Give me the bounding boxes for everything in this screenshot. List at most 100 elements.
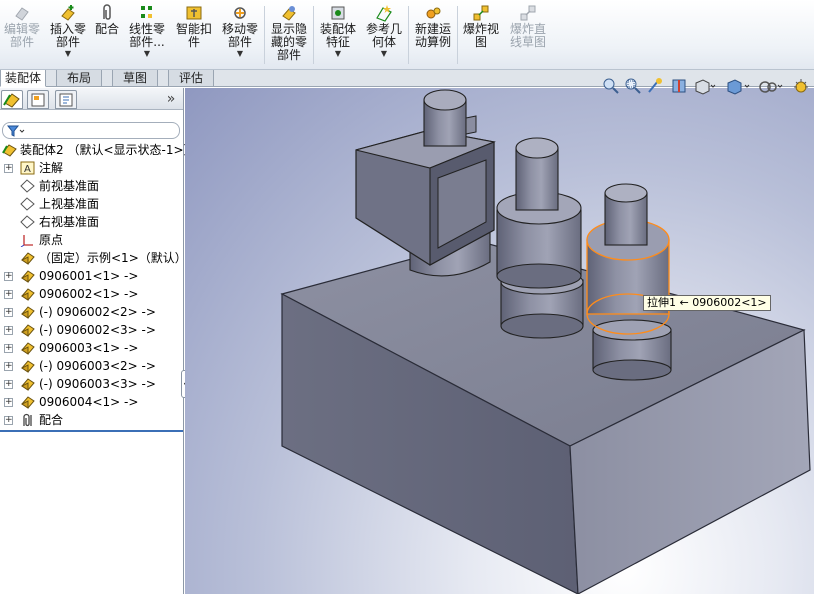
- bracket-part: [355, 89, 496, 277]
- tab-sketch[interactable]: 草图: [112, 70, 158, 87]
- tree-expand-toggle[interactable]: +: [4, 380, 13, 389]
- tree-item[interactable]: +0906004<1> ->: [0, 393, 183, 411]
- tab-layout[interactable]: 布局: [56, 70, 102, 87]
- insert-part-dropdown-icon[interactable]: ▼: [46, 50, 90, 58]
- reference-geometry-button[interactable]: 参考几 何体 ▼: [362, 2, 406, 68]
- linear-pattern-dropdown-icon[interactable]: ▼: [124, 50, 170, 58]
- exploded-view-button[interactable]: 爆炸视 图: [460, 2, 502, 68]
- assembly-features-button[interactable]: 装配体 特征 ▼: [316, 2, 360, 68]
- assembly-icon: [2, 143, 17, 157]
- assembly-features-dropdown-icon[interactable]: ▼: [316, 50, 360, 58]
- feature-tree: 装配体2 （默认<显示状态-1>） + A 注解前视基准面上视基准面 右视基准面 原点 （固…: [0, 141, 196, 429]
- tree-expand-toggle[interactable]: +: [4, 362, 13, 371]
- insert-part-icon: [61, 5, 75, 21]
- new-motion-study-button[interactable]: 新建运 动算例: [411, 2, 455, 68]
- feature-tree-icon: [3, 93, 20, 108]
- section-view-icon[interactable]: [670, 77, 688, 95]
- insert-part-label-2: 部件: [55, 35, 80, 49]
- tree-item[interactable]: 装配体2 （默认<显示状态-1>）: [0, 141, 196, 159]
- previous-view-icon[interactable]: [646, 77, 664, 95]
- configuration-manager-icon: [59, 93, 73, 107]
- configuration-manager-tab[interactable]: [55, 90, 77, 109]
- reference-geometry-label-1: 参考几: [365, 22, 402, 36]
- feature-manager-panel: » 装配体2 （默认<显示状态-1>） + A 注解前视基准面上视基准面 右视基准面 原点…: [0, 88, 196, 594]
- show-hidden-components-button[interactable]: 显示隐 藏的零 部件: [267, 2, 311, 68]
- tree-item[interactable]: + (-) 0906002<2> ->: [0, 303, 183, 321]
- edit-part-button[interactable]: 编辑零 部件: [2, 2, 42, 68]
- plane-icon: [20, 197, 35, 211]
- ribbon-divider: [408, 6, 409, 64]
- feature-manager-tab[interactable]: [1, 90, 23, 109]
- property-manager-tab[interactable]: [27, 90, 49, 109]
- tree-item[interactable]: + A 注解: [0, 159, 183, 177]
- graphics-viewport[interactable]: 拉伸1 ← 0906002<1>: [185, 88, 814, 594]
- tab-evaluate[interactable]: 评估: [168, 70, 214, 87]
- tree-item[interactable]: +0906003<1> ->: [0, 339, 183, 357]
- tree-expand-toggle[interactable]: +: [4, 344, 13, 353]
- appearance-icon[interactable]: [792, 77, 810, 95]
- edit-part-icon: [15, 7, 29, 21]
- part-icon: [20, 359, 35, 373]
- selection-tooltip: 拉伸1 ← 0906002<1>: [643, 295, 771, 311]
- tree-item-label: 注解: [39, 161, 64, 175]
- tree-end-divider: [0, 430, 183, 432]
- tab-assembly[interactable]: 装配体: [0, 70, 46, 87]
- tree-item[interactable]: +0906002<1> ->: [0, 285, 183, 303]
- linear-pattern-button[interactable]: 线性零 部件... ▼: [124, 2, 170, 68]
- reference-geometry-icon: [376, 5, 392, 22]
- view-orientation-icon[interactable]: [694, 77, 716, 95]
- tree-expand-toggle[interactable]: +: [4, 290, 13, 299]
- tree-expand-toggle[interactable]: +: [4, 398, 13, 407]
- part-icon: [20, 269, 35, 283]
- smart-fasteners-button[interactable]: 智能扣 件: [173, 2, 215, 68]
- tree-item[interactable]: （固定）示例<1>（默认）: [0, 249, 187, 267]
- mates-icon: [20, 413, 35, 427]
- tree-item[interactable]: 上视基准面: [0, 195, 183, 213]
- svg-text:A: A: [24, 164, 31, 175]
- linear-pattern-label-1: 线性零: [128, 22, 165, 36]
- move-component-dropdown-icon[interactable]: ▼: [218, 50, 262, 58]
- tree-expand-toggle[interactable]: +: [4, 326, 13, 335]
- show-hidden-label-2: 藏的零: [270, 35, 307, 49]
- mate-label: 配合: [94, 22, 119, 36]
- tree-item[interactable]: + 配合: [0, 411, 183, 429]
- zoom-to-area-icon[interactable]: [624, 77, 642, 95]
- insert-part-button[interactable]: 插入零 部件 ▼: [46, 2, 90, 68]
- explode-line-sketch-button[interactable]: 爆炸直 线草图: [505, 2, 551, 68]
- part-icon: [20, 305, 35, 319]
- move-component-label-1: 移动零: [221, 22, 258, 36]
- display-style-icon[interactable]: [726, 77, 750, 95]
- tree-expand-toggle[interactable]: +: [4, 272, 13, 281]
- explode-line-sketch-label-2: 线草图: [509, 35, 546, 49]
- edit-part-label-1: 编辑零: [3, 22, 40, 36]
- tree-item[interactable]: + (-) 0906002<3> ->: [0, 321, 183, 339]
- hide-show-items-icon[interactable]: [758, 77, 784, 95]
- ribbon-divider: [313, 6, 314, 64]
- tree-item[interactable]: 前视基准面: [0, 177, 183, 195]
- tree-expand-toggle[interactable]: +: [4, 164, 13, 173]
- move-component-button[interactable]: 移动零 部件 ▼: [218, 2, 262, 68]
- part-icon: [20, 377, 35, 391]
- tree-item-label: 0906004<1> ->: [39, 395, 139, 409]
- assembly-features-label-1: 装配体: [319, 22, 356, 36]
- panel-expand-button[interactable]: »: [163, 90, 179, 108]
- right-pin-stack: [586, 183, 672, 381]
- reference-geometry-dropdown-icon[interactable]: ▼: [362, 50, 406, 58]
- plane-icon: [20, 215, 35, 229]
- tree-filter-field[interactable]: [2, 122, 180, 139]
- tree-expand-toggle[interactable]: +: [4, 308, 13, 317]
- zoom-to-fit-icon[interactable]: [602, 77, 620, 95]
- tree-item[interactable]: 原点: [0, 231, 183, 249]
- tree-expand-toggle[interactable]: +: [4, 416, 13, 425]
- tree-item[interactable]: +0906001<1> ->: [0, 267, 183, 285]
- assembly-features-icon: [331, 6, 345, 20]
- annotation-icon: A: [20, 161, 35, 175]
- new-motion-study-label-2: 动算例: [414, 35, 451, 49]
- tree-item-label: 前视基准面: [39, 179, 100, 193]
- middle-pin-stack: [496, 137, 584, 339]
- tree-item[interactable]: + (-) 0906003<2> ->: [0, 357, 183, 375]
- tree-item[interactable]: + (-) 0906003<3> ->: [0, 375, 183, 393]
- tree-item-label: (-) 0906002<2> ->: [39, 305, 156, 319]
- tree-item[interactable]: 右视基准面: [0, 213, 183, 231]
- mate-button[interactable]: 配合: [93, 2, 121, 68]
